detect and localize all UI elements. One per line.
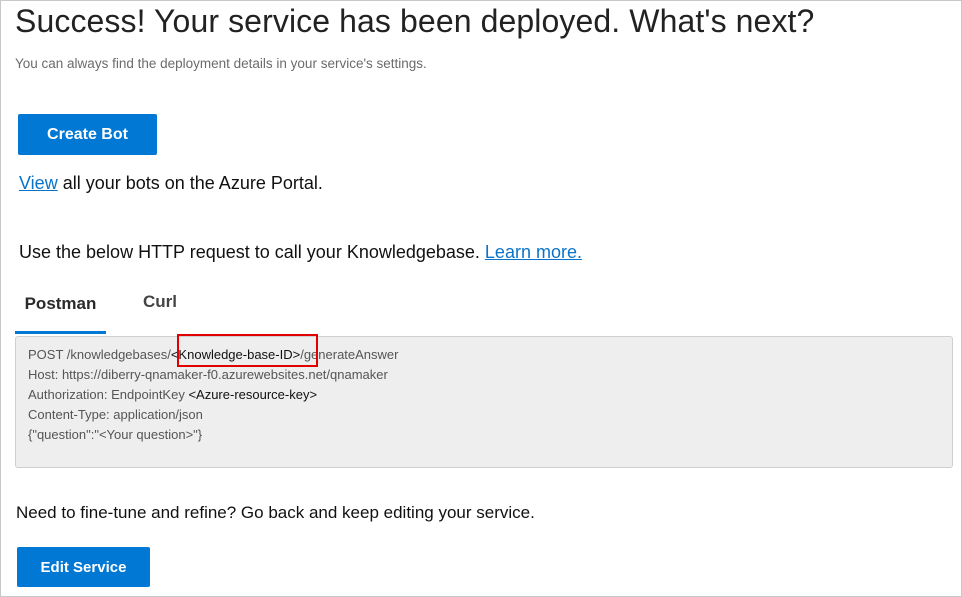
code-line-host: Host: https://diberry-qnamaker-f0.azurew… <box>28 367 388 382</box>
knowledge-base-id-placeholder: <Knowledge-base-ID> <box>170 347 301 362</box>
azure-resource-key-placeholder: <Azure-resource-key> <box>188 387 318 402</box>
learn-more-link[interactable]: Learn more. <box>485 242 582 262</box>
fine-tune-prompt: Need to fine-tune and refine? Go back an… <box>16 503 535 522</box>
edit-service-button[interactable]: Edit Service <box>17 547 150 587</box>
authorization-prefix: Authorization: EndpointKey <box>28 387 189 402</box>
code-line-body: {"question":"<Your question>"} <box>28 427 203 442</box>
code-line-content-type: Content-Type: application/json <box>28 407 203 422</box>
http-request-intro-text: Use the below HTTP request to call your … <box>19 242 485 262</box>
tab-postman[interactable]: Postman <box>15 287 106 333</box>
post-path-prefix: POST /knowledgebases/ <box>28 347 171 362</box>
http-request-intro: Use the below HTTP request to call your … <box>19 242 582 263</box>
request-format-tabs: Postman Curl <box>15 287 215 335</box>
http-request-code-block[interactable]: POST /knowledgebases/<Knowledge-base-ID>… <box>15 336 953 468</box>
tab-curl[interactable]: Curl <box>143 285 183 331</box>
deployment-success-page: Success! Your service has been deployed.… <box>0 0 962 597</box>
post-path-suffix: /generateAnswer <box>300 347 399 362</box>
view-bots-description: all your bots on the Azure Portal. <box>57 173 323 193</box>
create-bot-button[interactable]: Create Bot <box>18 114 157 155</box>
selected-tab-indicator <box>15 331 106 334</box>
code-lines: POST /knowledgebases/<Knowledge-base-ID>… <box>28 345 398 445</box>
view-bots-text: View all your bots on the Azure Portal. <box>19 173 323 194</box>
page-subtitle: You can always find the deployment detai… <box>15 56 427 71</box>
page-title: Success! Your service has been deployed.… <box>15 3 815 39</box>
code-line-authorization: Authorization: EndpointKey <Azure-resour… <box>28 385 398 405</box>
view-bots-link[interactable]: View <box>19 173 58 193</box>
code-line-post: POST /knowledgebases/<Knowledge-base-ID>… <box>28 345 398 365</box>
